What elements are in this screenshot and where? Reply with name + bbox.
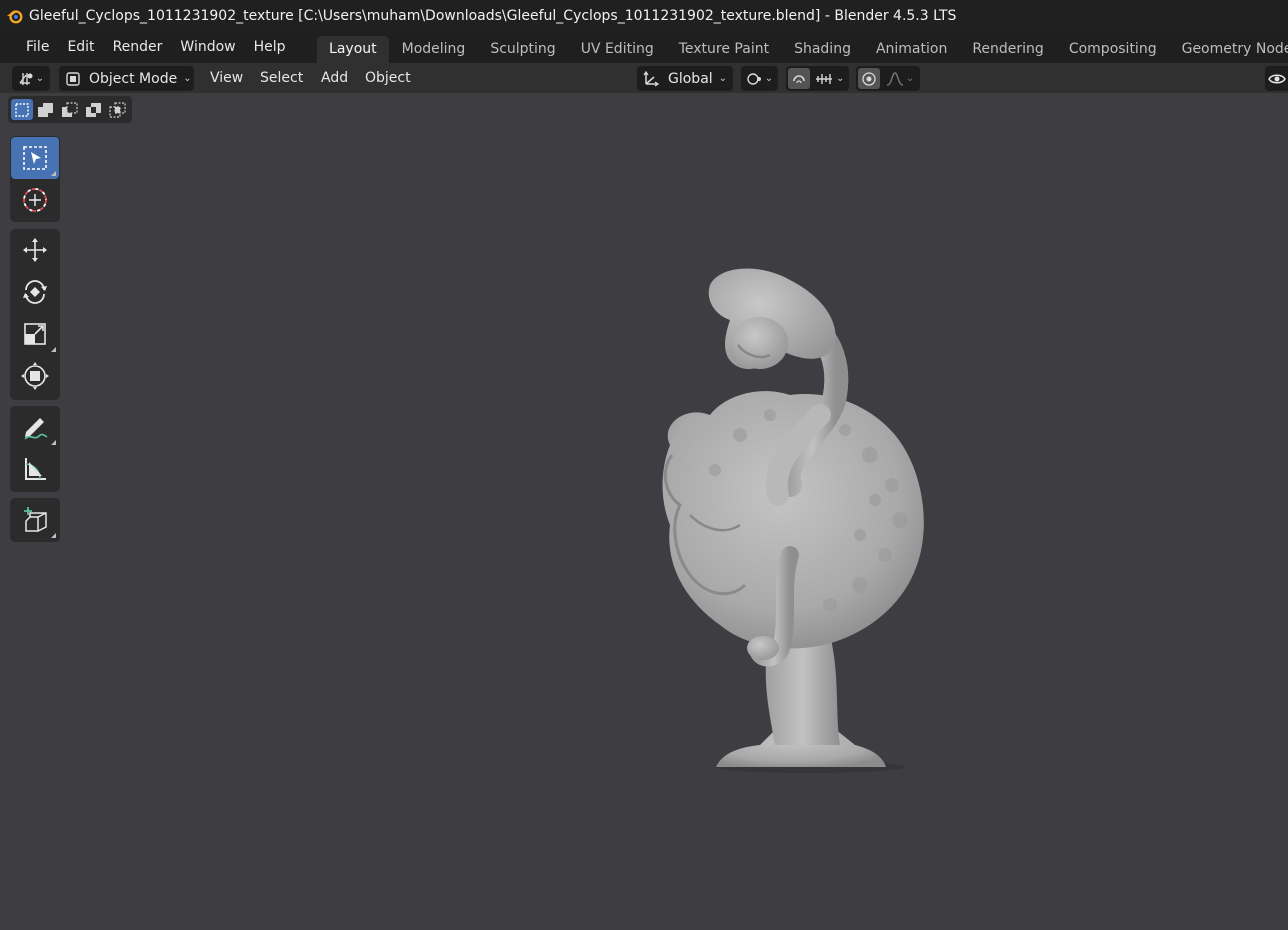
transform-icon	[21, 362, 49, 390]
menu-edit[interactable]: Edit	[58, 31, 103, 63]
select-difference-icon	[86, 102, 101, 117]
tool-measure[interactable]	[11, 448, 59, 490]
tool-scale[interactable]	[11, 313, 59, 355]
object-mode-icon	[66, 71, 80, 86]
annotate-pencil-icon	[24, 418, 48, 440]
eye-icon	[1267, 74, 1286, 83]
menu-help[interactable]: Help	[245, 31, 295, 63]
tab-geometry-nodes[interactable]: Geometry Nodes	[1169, 36, 1288, 63]
magnet-icon	[793, 74, 805, 83]
chevron-down-icon: ⌄	[906, 73, 915, 84]
tab-texture-paint[interactable]: Texture Paint	[666, 36, 781, 63]
select-extend-icon	[38, 102, 53, 117]
tool-options-corner	[51, 347, 56, 352]
toolbar-group-select	[10, 136, 60, 222]
visibility-dropdown[interactable]	[1265, 66, 1288, 91]
chevron-down-icon: ⌄	[764, 73, 774, 84]
tool-rotate[interactable]	[11, 271, 59, 313]
measure-icon	[25, 458, 46, 480]
selection-mode-group	[8, 96, 132, 123]
move-icon	[23, 238, 47, 262]
tool-options-corner	[51, 533, 56, 538]
tool-options-corner	[51, 440, 56, 445]
pivot-point-dropdown[interactable]: ⌄	[741, 66, 778, 91]
tool-move[interactable]	[11, 229, 59, 271]
tab-shading[interactable]: Shading	[782, 36, 864, 63]
viewport-menu-select[interactable]: Select	[260, 63, 303, 93]
tab-uv-editing[interactable]: UV Editing	[568, 36, 666, 63]
toolbar-group-add	[10, 498, 60, 542]
menu-render[interactable]: Render	[104, 31, 172, 63]
viewport-header: ⌄ Object Mode ⌄ View Select Add Object G…	[0, 63, 1288, 93]
tool-add-cube[interactable]	[11, 499, 59, 541]
select-mode-new[interactable]	[11, 99, 33, 120]
menu-window[interactable]: Window	[171, 31, 244, 63]
chevron-down-icon: ⌄	[718, 73, 728, 84]
tab-sculpting[interactable]: Sculpting	[478, 36, 568, 63]
tool-transform[interactable]	[11, 355, 59, 397]
select-box-icon	[23, 146, 47, 170]
tab-animation[interactable]: Animation	[863, 36, 959, 63]
cyclops-3d-model[interactable]	[630, 255, 940, 775]
pivot-point-icon	[747, 72, 761, 85]
workspace-tabs: Layout Modeling Sculpting UV Editing Tex…	[316, 31, 1288, 63]
menu-file[interactable]: File	[17, 31, 58, 63]
scale-icon	[24, 323, 46, 345]
snapping-group: ⌄	[786, 66, 849, 91]
select-mode-difference[interactable]	[83, 99, 105, 120]
transform-orientation-dropdown[interactable]: Global ⌄	[637, 66, 733, 91]
tool-annotate[interactable]	[11, 406, 59, 448]
top-bar: File Edit Render Window Help Layout Mode…	[0, 31, 1288, 63]
chevron-down-icon: ⌄	[35, 73, 45, 84]
select-new-icon	[15, 102, 29, 117]
chevron-down-icon: ⌄	[183, 73, 192, 84]
tab-compositing[interactable]: Compositing	[1056, 36, 1169, 63]
snap-increment-icon[interactable]	[815, 71, 833, 87]
tab-modeling[interactable]: Modeling	[389, 36, 478, 63]
proportional-editing-toggle[interactable]	[858, 68, 880, 89]
tool-select-box[interactable]	[11, 137, 59, 179]
rotate-icon	[23, 280, 47, 304]
cursor-icon	[23, 188, 47, 212]
viewport-menu-view[interactable]: View	[210, 63, 243, 93]
select-intersect-icon	[109, 101, 126, 118]
tool-options-corner	[51, 171, 56, 176]
select-mode-subtract[interactable]	[59, 99, 81, 120]
tab-layout[interactable]: Layout	[316, 36, 390, 63]
blender-logo-icon	[6, 9, 23, 23]
editor-type-button[interactable]: ⌄	[12, 66, 50, 91]
window-title: Gleeful_Cyclops_1011231902_texture [C:\U…	[29, 7, 957, 24]
falloff-curve-icon[interactable]	[886, 71, 904, 87]
orientation-axes-icon	[643, 70, 660, 87]
toolbar-group-annotate	[10, 406, 60, 492]
select-mode-extend[interactable]	[35, 99, 57, 120]
proportional-editing-icon	[862, 71, 876, 86]
add-cube-icon	[24, 507, 47, 532]
axis-editor-icon	[19, 72, 33, 85]
select-subtract-icon	[62, 101, 78, 117]
chevron-down-icon: ⌄	[836, 73, 845, 84]
snap-toggle[interactable]	[788, 68, 810, 89]
select-mode-intersect[interactable]	[107, 99, 129, 120]
toolbar-group-transform	[10, 229, 60, 400]
tool-cursor[interactable]	[11, 179, 59, 221]
orientation-label: Global	[668, 70, 713, 87]
window-title-bar: Gleeful_Cyclops_1011231902_texture [C:\U…	[0, 0, 1288, 31]
proportional-editing-group: ⌄	[856, 66, 920, 91]
viewport-menu-object[interactable]: Object	[365, 63, 411, 93]
tab-rendering[interactable]: Rendering	[960, 36, 1057, 63]
mode-label: Object Mode	[89, 70, 178, 87]
mode-dropdown[interactable]: Object Mode ⌄	[59, 66, 194, 91]
viewport-menu-add[interactable]: Add	[321, 63, 348, 93]
